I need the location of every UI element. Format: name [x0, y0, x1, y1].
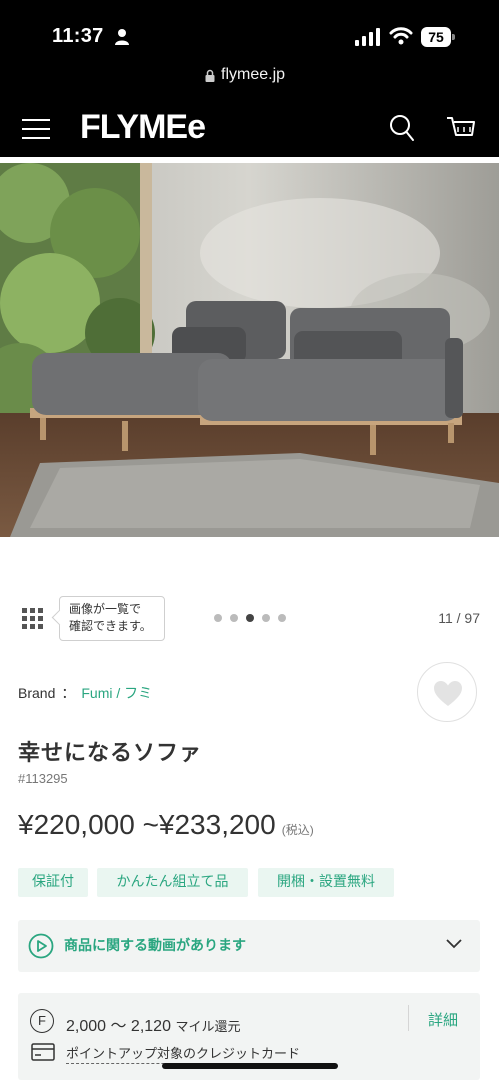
cart-icon[interactable] — [446, 114, 476, 142]
person-icon — [115, 29, 129, 45]
tag-free-installation: 開梱・設置無料 — [258, 868, 394, 897]
tag-warranty: 保証付 — [18, 868, 88, 897]
status-bar: 11:37 75 — [0, 0, 499, 62]
tag-easy-assembly: かんたん組立て品 — [97, 868, 248, 897]
price: ¥220,000 ~¥233,200 — [18, 809, 276, 840]
product-sku: #113295 — [18, 771, 68, 786]
status-time: 11:37 — [52, 25, 104, 47]
battery-level: 75 — [421, 27, 451, 47]
tooltip-line-2: 確認できます。 — [69, 619, 152, 633]
chevron-down-icon[interactable] — [446, 938, 462, 950]
sofa-photo — [0, 163, 499, 537]
menu-icon[interactable] — [22, 118, 50, 140]
brand-link[interactable]: Fumi / フミ — [81, 685, 152, 701]
site-logo[interactable]: FLYMEe — [80, 108, 206, 147]
brand-separator: ： — [61, 685, 76, 701]
flymee-mile-icon: F — [30, 1009, 54, 1033]
battery-icon: 75 — [421, 27, 455, 47]
credit-card-icon — [31, 1043, 55, 1061]
details-link[interactable]: 詳細 — [428, 1009, 458, 1030]
mile-value: 2,000 ～ 2,120 — [66, 1018, 171, 1035]
gallery-dot[interactable] — [230, 614, 238, 622]
play-circle-icon — [28, 933, 54, 959]
video-accordion[interactable]: 商品に関する動画があります — [18, 920, 480, 972]
wifi-icon — [389, 27, 413, 45]
url-bar[interactable]: flymee.jp — [0, 62, 499, 100]
mile-unit: マイル還元 — [175, 1019, 241, 1034]
mile-amount: 2,000 ～ 2,120 マイル還元 — [66, 1012, 240, 1036]
gallery-dot[interactable] — [214, 614, 222, 622]
gallery-dot[interactable] — [262, 614, 270, 622]
video-label: 商品に関する動画があります — [64, 938, 246, 954]
credit-card-link[interactable]: ポイントアップ対象のクレジットカード — [66, 1043, 301, 1064]
image-counter: 11 / 97 — [438, 610, 480, 626]
favorite-button[interactable] — [417, 662, 477, 722]
gallery-dot[interactable] — [278, 614, 286, 622]
gallery-dot-active[interactable] — [246, 614, 254, 622]
gallery-tooltip: 画像が一覧で 確認できます。 — [59, 596, 165, 641]
tax-note: (税込) — [281, 823, 314, 837]
lock-icon — [205, 69, 215, 82]
product-title: 幸せになるソファ — [18, 741, 203, 766]
tooltip-line-1: 画像が一覧で — [69, 602, 142, 616]
url-text[interactable]: flymee.jp — [221, 66, 285, 84]
grid-view-icon[interactable] — [22, 608, 44, 630]
gallery-pagination — [214, 614, 286, 624]
divider — [408, 1005, 409, 1031]
home-indicator[interactable] — [162, 1063, 338, 1069]
brand-row: Brand ： Fumi / フミ — [18, 683, 152, 703]
search-icon[interactable] — [389, 114, 415, 142]
signal-icon — [355, 28, 380, 46]
brand-label: Brand — [18, 685, 56, 701]
product-image[interactable] — [0, 163, 499, 537]
heart-icon — [434, 681, 462, 706]
site-header: FLYMEe — [0, 100, 499, 157]
price-row: ¥220,000 ~¥233,200 (税込) — [18, 809, 314, 841]
